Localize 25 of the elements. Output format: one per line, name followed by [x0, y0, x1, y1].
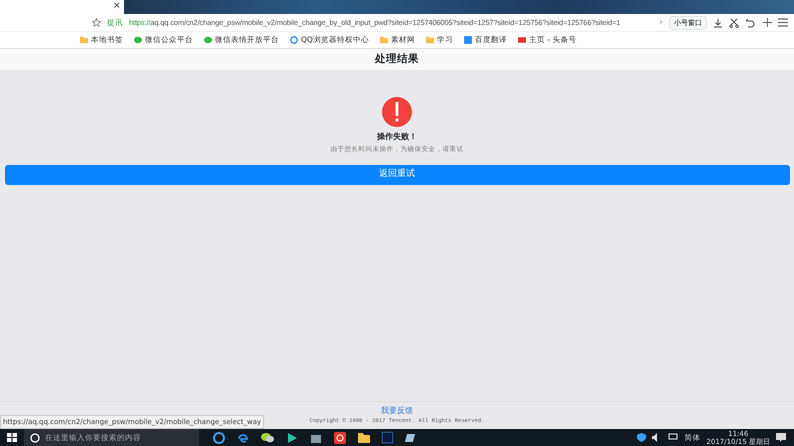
menu-icon[interactable] [778, 18, 788, 27]
network-icon[interactable] [668, 433, 678, 442]
page-title: 处理结果 [0, 49, 794, 71]
scissors-icon[interactable] [729, 18, 739, 28]
error-title: 操作失败！ [377, 131, 417, 143]
chat-icon[interactable] [261, 432, 274, 443]
video-icon[interactable] [286, 432, 298, 444]
notification-icon[interactable] [776, 432, 786, 442]
ring-icon [290, 36, 298, 44]
folder-icon [426, 36, 434, 44]
folder-icon[interactable] [358, 432, 370, 443]
app-icon[interactable] [405, 432, 416, 443]
feedback-link[interactable]: 我要反馈 [381, 405, 413, 418]
star-icon[interactable] [92, 18, 101, 27]
plus-icon[interactable] [763, 18, 772, 27]
undo-icon[interactable] [745, 18, 757, 28]
folder-icon [380, 36, 388, 44]
cortana-icon [30, 432, 40, 442]
chat-icon [134, 36, 142, 44]
download-icon[interactable] [713, 18, 723, 28]
chat-icon [204, 36, 212, 44]
retry-button[interactable]: 返回重试 [4, 164, 790, 185]
error-icon [382, 97, 412, 127]
folder-icon [80, 36, 88, 44]
shield-icon[interactable] [637, 433, 646, 442]
